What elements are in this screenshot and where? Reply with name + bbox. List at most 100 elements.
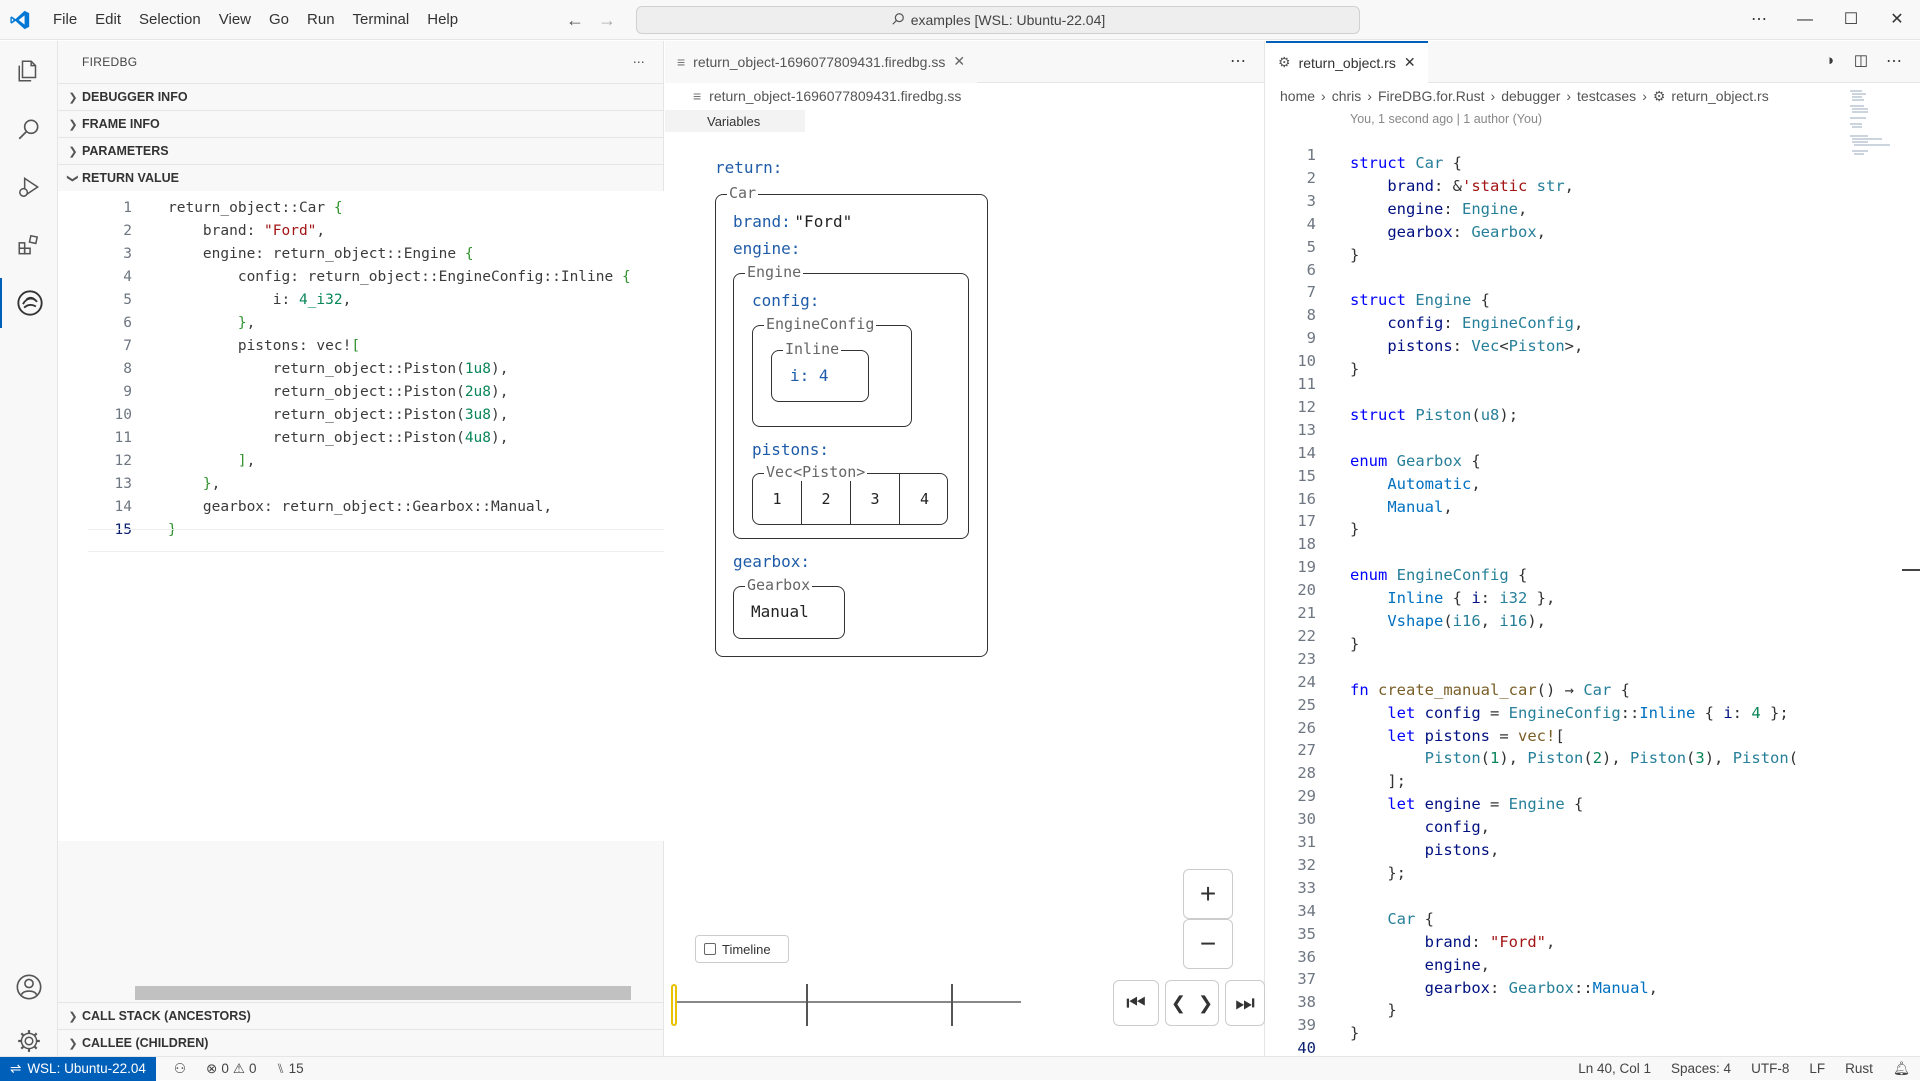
line-number: 9: [123, 384, 132, 400]
breadcrumb-item[interactable]: testcases: [1577, 88, 1636, 104]
brand-label: brand:: [733, 212, 791, 231]
line-number: 20: [1297, 581, 1316, 600]
more-icon[interactable]: ⋯: [1736, 0, 1782, 40]
menu-terminal[interactable]: Terminal: [344, 0, 419, 40]
maximize-icon[interactable]: ☐: [1828, 0, 1874, 40]
line-number: 16: [1297, 489, 1316, 508]
line-number: 11: [114, 430, 132, 446]
zoom-out-button[interactable]: −: [1183, 919, 1233, 969]
line-number: 12: [1297, 397, 1316, 416]
code-line: gearbox: return_object::Gearbox::Manual,: [168, 499, 553, 515]
step-last-button[interactable]: ⏭: [1225, 980, 1265, 1026]
line-number: 4: [123, 269, 132, 285]
warning-count: 0: [248, 1061, 257, 1076]
timeline-handle[interactable]: [671, 984, 677, 1026]
brand-row: brand: "Ford": [733, 212, 852, 231]
notifications-icon[interactable]: 🔔︎: [1883, 1061, 1920, 1077]
minimize-icon[interactable]: —: [1782, 0, 1828, 40]
step-prev-next-button[interactable]: ❮ ❯: [1165, 980, 1219, 1026]
section-frame-info[interactable]: ❯ FRAME INFO: [58, 110, 663, 137]
account-icon[interactable]: [0, 962, 58, 1012]
forward-arrow-icon[interactable]: →: [598, 10, 616, 31]
firedbg-run-icon[interactable]: ◑: [1825, 52, 1834, 69]
line-number: 5: [123, 292, 132, 308]
line-number: 8: [123, 361, 132, 377]
line-number: 11: [1297, 375, 1316, 393]
menu-run[interactable]: Run: [298, 0, 344, 40]
section-callee[interactable]: ❯ CALLEE (CHILDREN): [58, 1029, 664, 1056]
search-icon[interactable]: [0, 104, 58, 154]
section-label: DEBUGGER INFO: [82, 90, 188, 104]
breadcrumb-item[interactable]: FireDBG.for.Rust: [1378, 88, 1485, 104]
minimap[interactable]: [1848, 89, 1896, 159]
horizontal-scrollbar[interactable]: [135, 986, 631, 1000]
engine-label: engine:: [733, 239, 801, 258]
firedbg-icon[interactable]: [0, 278, 58, 328]
close-icon[interactable]: ✕: [1874, 0, 1920, 40]
section-parameters[interactable]: ❯ PARAMETERS: [58, 137, 663, 164]
rust-file-icon: ⚙: [1278, 54, 1291, 70]
breadcrumb-item[interactable]: return_object.rs: [1671, 88, 1768, 104]
menu-file[interactable]: File: [44, 0, 86, 40]
inline-caption: Inline: [783, 340, 842, 358]
command-center[interactable]: examples [WSL: Ubuntu-22.04]: [636, 6, 1360, 34]
menu-view[interactable]: View: [210, 0, 260, 40]
problems-indicator[interactable]: ⊗ 0 ⚠ 0: [196, 1061, 266, 1077]
editor-more-icon[interactable]: ⋯: [1886, 51, 1902, 71]
line-number: 33: [1297, 878, 1316, 897]
code-line: return_object::Piston(2u8),: [168, 384, 509, 400]
menu-go[interactable]: Go: [260, 0, 298, 40]
menu-help[interactable]: Help: [418, 0, 467, 40]
encoding[interactable]: UTF-8: [1741, 1061, 1799, 1076]
timeline-toggle[interactable]: Timeline: [695, 935, 789, 963]
indentation[interactable]: Spaces: 4: [1661, 1061, 1741, 1076]
section-return-value[interactable]: ❯ RETURN VALUE: [58, 164, 663, 191]
return-value-editor[interactable]: 1 return_object::Car {2 brand: "Ford", 3 e…: [58, 191, 664, 841]
chevron-left-icon[interactable]: ❮: [1171, 993, 1186, 1014]
menu-edit[interactable]: Edit: [86, 0, 130, 40]
back-arrow-icon[interactable]: ←: [566, 10, 584, 31]
cursor-position[interactable]: Ln 40, Col 1: [1568, 1061, 1661, 1076]
variable-visualization: return: Car brand: "Ford" engine: Engine…: [665, 41, 1265, 1056]
piston-cell: 3: [851, 474, 900, 524]
remote-indicator[interactable]: ⇌ WSL: Ubuntu-22.04: [0, 1056, 156, 1081]
close-icon[interactable]: ✕: [1404, 54, 1416, 71]
ports-indicator[interactable]: ⑊ 15: [266, 1061, 313, 1076]
git-blame-codelens[interactable]: You, 1 second ago | 1 author (You): [1350, 112, 1542, 126]
config-label: config:: [752, 291, 820, 310]
line-number: 25: [1297, 695, 1316, 714]
timeline-track[interactable]: [671, 1001, 1021, 1003]
brand-value: "Ford": [794, 212, 853, 231]
line-number: 21: [1297, 604, 1316, 622]
zoom-in-button[interactable]: +: [1183, 869, 1233, 919]
gearbox-label: gearbox:: [733, 552, 811, 571]
line-number: 22: [1297, 626, 1316, 645]
rust-source-code[interactable]: struct Car { brand: &'static str, engine…: [1350, 129, 1798, 1045]
sidebar-more-icon[interactable]: ⋯: [633, 41, 645, 83]
split-editor-icon[interactable]: ◫: [1854, 51, 1868, 69]
tab-return-object-rs[interactable]: ⚙ return_object.rs ✕: [1266, 40, 1428, 83]
chevron-down-icon: ❯: [66, 173, 79, 183]
section-label: CALL STACK (ANCESTORS): [82, 1009, 251, 1023]
line-number: 39: [1297, 1016, 1316, 1035]
section-debugger-info[interactable]: ❯ DEBUGGER INFO: [58, 83, 663, 110]
end-of-line[interactable]: LF: [1799, 1061, 1835, 1076]
menu-selection[interactable]: Selection: [130, 0, 210, 40]
breadcrumb-item[interactable]: home: [1280, 88, 1315, 104]
chevron-right-icon: ❯: [68, 91, 78, 104]
chevron-right-icon[interactable]: ❯: [1198, 993, 1213, 1014]
extensions-icon[interactable]: [0, 220, 58, 270]
run-debug-icon[interactable]: [0, 162, 58, 212]
breadcrumb-item[interactable]: debugger: [1501, 88, 1560, 104]
breadcrumb-item[interactable]: chris: [1332, 88, 1362, 104]
line-number: 26: [1297, 718, 1316, 737]
remote-icon: ⇌: [10, 1060, 22, 1076]
section-call-stack[interactable]: ❯ CALL STACK (ANCESTORS): [58, 1002, 664, 1029]
vscode-logo-icon: [0, 9, 40, 31]
explorer-icon[interactable]: [0, 46, 58, 96]
sidebar-title: FIREDBG: [82, 55, 138, 69]
language-mode[interactable]: Rust: [1835, 1061, 1883, 1076]
source-control-icon[interactable]: ⚇: [164, 1061, 196, 1077]
timeline-checkbox[interactable]: [704, 943, 716, 955]
step-first-button[interactable]: ⏮: [1113, 980, 1159, 1026]
